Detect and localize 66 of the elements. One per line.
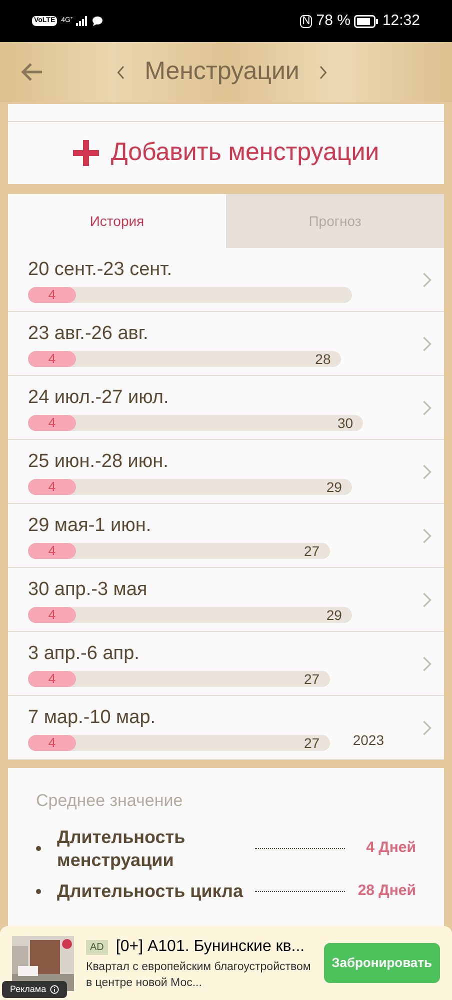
period-row[interactable]: 25 июн.-28 июн. 4 29 <box>8 440 444 504</box>
ad-title: [0+] А101. Бунинские кв... <box>116 937 305 957</box>
plus-icon <box>72 140 99 166</box>
period-row[interactable]: 29 мая-1 июн. 4 27 <box>8 504 444 568</box>
stat-value: 4 Дней <box>365 838 416 858</box>
year-label: 2023 <box>352 731 384 750</box>
period-days: 4 <box>28 606 76 623</box>
chevron-right-icon <box>422 270 432 290</box>
chevron-right-icon <box>422 334 432 354</box>
period-dates: 29 мая-1 июн. <box>28 514 152 538</box>
cycle-length: 27 <box>304 542 321 559</box>
cycle-length: 28 <box>315 350 332 367</box>
chevron-right-icon <box>422 590 432 610</box>
next-button[interactable] <box>319 64 328 80</box>
bullet-icon <box>36 846 41 851</box>
chevron-right-icon <box>422 654 432 674</box>
cycle-length: 27 <box>304 734 321 751</box>
period-dates: 24 июл.-27 июл. <box>28 386 169 410</box>
stat-label: Длительность цикла <box>57 880 244 902</box>
page-title: Менструации <box>144 56 300 88</box>
ad-banner[interactable]: AD [0+] А101. Бунинские кв... Квартал с европейским благоустройством в центре новой Мос... Забронировать Реклама <box>0 926 452 1000</box>
period-days: 4 <box>28 670 76 687</box>
period-row[interactable]: 30 апр.-3 мая 4 29 <box>8 568 444 632</box>
period-dates: 23 авг.-26 авг. <box>28 322 148 346</box>
period-dates: 7 мар.-10 мар. <box>28 706 156 730</box>
chevron-left-icon <box>116 64 125 80</box>
chevron-right-icon <box>422 398 432 418</box>
period-dates: 30 апр.-3 мая <box>28 578 148 602</box>
period-days: 4 <box>28 350 76 367</box>
ad-tag: Реклама <box>2 980 68 998</box>
chevron-right-icon <box>319 64 328 80</box>
chat-icon <box>92 16 104 26</box>
period-row[interactable]: 3 апр.-6 апр. 4 27 <box>8 632 444 696</box>
chevron-right-icon <box>422 526 432 546</box>
period-days: 4 <box>28 542 76 559</box>
period-row[interactable]: 7 мар.-10 мар. 4 27 2023 <box>8 696 444 760</box>
cycle-length: 29 <box>326 606 343 623</box>
section-title: Среднее значение <box>36 790 184 812</box>
period-days: 4 <box>28 286 76 303</box>
period-days: 4 <box>28 478 76 495</box>
chevron-right-icon <box>422 462 432 482</box>
battery-percent: 78 % <box>316 10 350 31</box>
stat-label: Длительность менструации <box>57 826 186 872</box>
stat-value: 28 Дней <box>356 880 416 901</box>
ad-badge: AD <box>86 940 108 954</box>
signal-icon <box>76 16 88 26</box>
info-icon <box>50 984 60 994</box>
back-arrow-icon <box>21 63 43 81</box>
bullet-icon <box>36 888 41 894</box>
period-row[interactable]: 20 сент.-23 сент. 4 <box>8 248 444 312</box>
period-dates: 20 сент.-23 сент. <box>28 258 172 282</box>
clock: 12:32 <box>382 10 420 31</box>
cycle-length: 30 <box>338 414 354 431</box>
period-days: 4 <box>28 414 76 431</box>
period-row[interactable]: 24 июл.-27 июл. 4 30 <box>8 376 444 440</box>
period-row[interactable]: 23 авг.-26 авг. 4 28 <box>8 312 444 376</box>
previous-button[interactable] <box>116 64 125 80</box>
ad-text: Квартал с европейским благоустройством в центре новой Мос... <box>86 960 312 991</box>
period-days: 4 <box>28 734 76 751</box>
cycle-length: 29 <box>326 478 343 495</box>
period-dates: 25 июн.-28 июн. <box>28 450 168 474</box>
battery-icon <box>354 14 378 28</box>
period-dates: 3 апр.-6 апр. <box>28 642 140 666</box>
chevron-right-icon <box>422 718 432 738</box>
nfc-icon: N <box>300 14 312 28</box>
cycle-length: 27 <box>304 670 321 687</box>
